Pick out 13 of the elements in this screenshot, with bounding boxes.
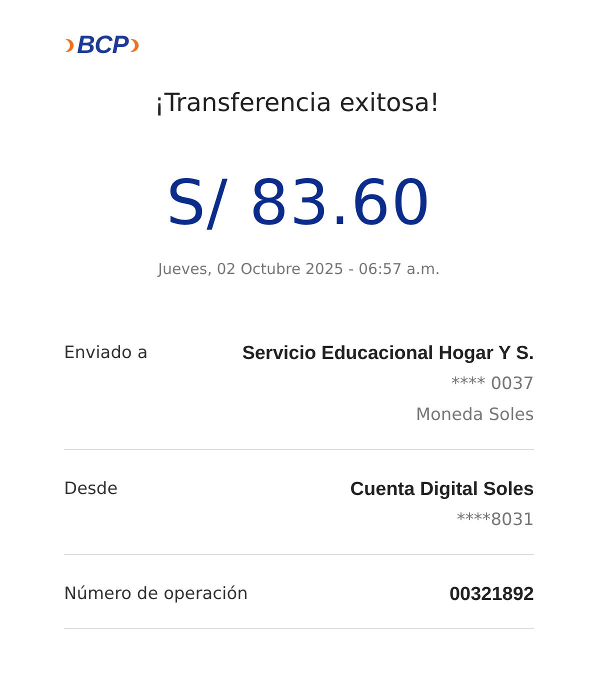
amount: S/ 83.60 xyxy=(165,167,433,239)
detail-value: Moneda Soles xyxy=(416,404,534,427)
title: ¡Transferencia exitosa! xyxy=(153,88,441,117)
detail-value: Servicio Educacional Hogar Y S. xyxy=(242,342,534,366)
detail-value: Cuenta Digital Soles xyxy=(350,478,534,502)
detail-value: **** 0037 xyxy=(451,373,534,396)
detail-value: 00321892 xyxy=(449,583,534,607)
detail-label: Enviado a xyxy=(64,342,148,365)
logo: BCP xyxy=(64,32,142,58)
date-time: Jueves, 02 Octubre 2025 - 06:57 a.m. xyxy=(156,260,441,278)
detail-label: Número de operación xyxy=(64,583,248,606)
detail-value: ****8031 xyxy=(456,509,534,532)
detail-label: Desde xyxy=(64,478,118,501)
